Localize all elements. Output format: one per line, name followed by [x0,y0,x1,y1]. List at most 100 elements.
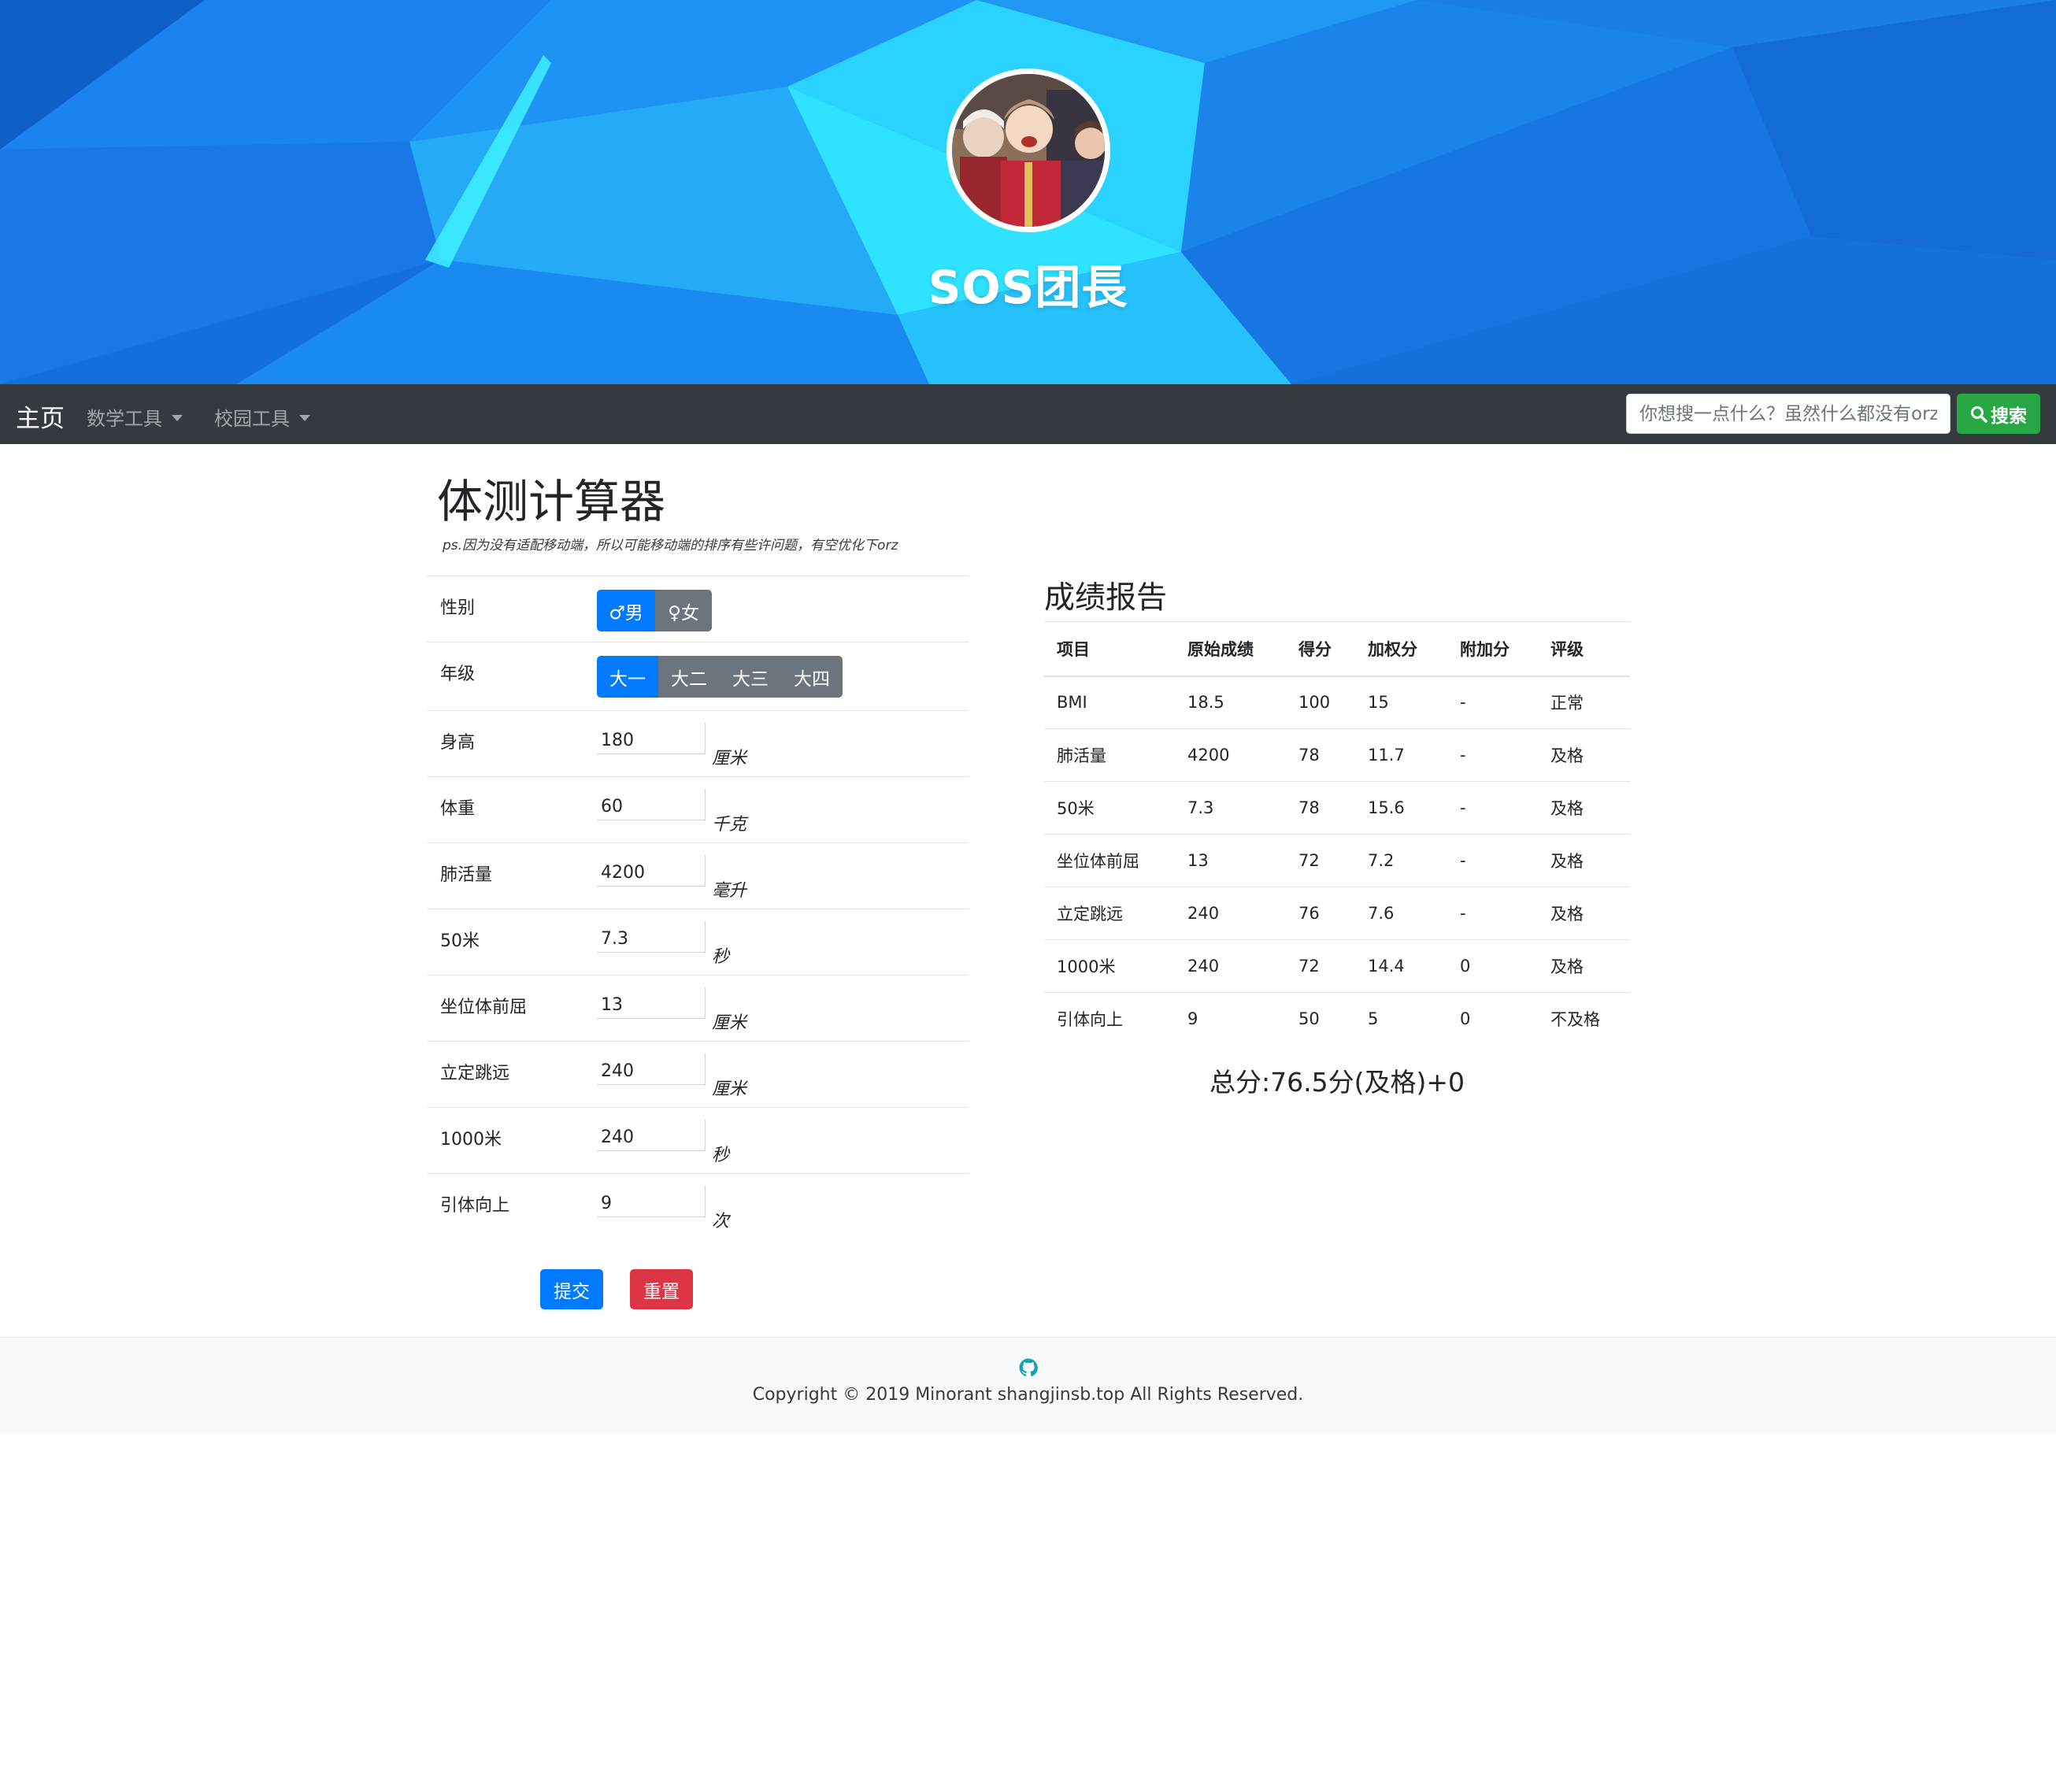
column-header: 加权分 [1355,621,1447,677]
unit-label: 千克 [712,815,747,835]
field-label: 身高 [440,733,476,753]
page-title: 体测计算器 [437,475,666,528]
table-cell: 5 [1355,992,1447,1046]
sit-and-reach-input[interactable] [597,987,706,1019]
table-cell: 立定跳远 [1044,887,1175,940]
table-cell: 13 [1175,834,1286,887]
score-report-table: 项目 原始成绩 得分 加权分 附加分 评级 BMI 18.5 100 15 - … [1044,621,1630,1046]
unit-label: 毫升 [712,881,747,901]
run-1000m-input[interactable] [597,1120,706,1151]
grade-3-button[interactable]: 大三 [720,656,781,698]
table-cell: - [1447,834,1538,887]
table-cell: 及格 [1538,887,1630,940]
unit-label: 厘米 [712,1079,747,1099]
unit-label: 厘米 [712,1013,747,1033]
table-cell: 15 [1355,676,1447,729]
nav-dropdown-campus-tools[interactable]: 校园工具 [214,403,310,431]
report-title: 成绩报告 [1044,580,1168,616]
grade-1-button[interactable]: 大一 [597,656,658,698]
table-cell: 72 [1286,939,1355,993]
caret-down-icon [172,415,183,421]
field-label: 年级 [440,665,476,684]
column-header: 附加分 [1447,621,1538,677]
nav-dropdown-math-tools[interactable]: 数学工具 [87,403,183,431]
unit-label: 次 [712,1212,730,1231]
site-title: SOS团長 [928,261,1128,314]
form-row-1000m: 1000米 秒 [427,1107,969,1173]
table-cell: 坐位体前屈 [1044,834,1175,887]
nav-home-link[interactable]: 主页 [16,398,65,434]
gender-male-button[interactable]: ♂男 [597,590,655,631]
nav-dropdown-label: 校园工具 [214,408,290,430]
form-row-pull-ups: 引体向上 次 [427,1173,969,1239]
table-cell: 240 [1175,887,1286,940]
form-row-long-jump: 立定跳远 厘米 [427,1041,969,1107]
github-icon[interactable] [1019,1358,1038,1377]
long-jump-input[interactable] [597,1053,706,1085]
form-row-weight: 体重 千克 [427,776,969,842]
table-row: 肺活量 4200 78 11.7 - 及格 [1044,728,1630,782]
table-row: BMI 18.5 100 15 - 正常 [1044,676,1630,729]
unit-label: 秒 [712,947,730,967]
table-cell: 240 [1175,939,1286,993]
form-row-grade: 年级 大一 大二 大三 大四 [427,642,969,710]
gender-female-button[interactable]: ♀女 [655,590,712,631]
table-cell: 72 [1286,834,1355,887]
form-row-lung-capacity: 肺活量 毫升 [427,842,969,909]
table-cell: - [1447,676,1538,729]
table-cell: 及格 [1538,939,1630,993]
weight-input[interactable] [597,789,706,820]
table-cell: - [1447,728,1538,782]
field-label: 坐位体前屈 [440,998,528,1017]
table-cell: 肺活量 [1044,728,1175,782]
field-label: 肺活量 [440,865,493,885]
grade-2-button[interactable]: 大二 [658,656,720,698]
search-button-label: 搜索 [1991,405,2027,427]
page-footer: Copyright © 2019 Minorant shangjinsb.top… [0,1337,2056,1433]
reset-button[interactable]: 重置 [630,1269,693,1309]
table-cell: 7.2 [1355,834,1447,887]
height-input[interactable] [597,723,706,754]
table-cell: 1000米 [1044,939,1175,993]
table-cell: 及格 [1538,728,1630,782]
form-row-50m: 50米 秒 [427,909,969,975]
gender-toggle-group: ♂男 ♀女 [597,590,712,631]
table-cell: 0 [1447,939,1538,993]
table-row: 引体向上 9 50 5 0 不及格 [1044,992,1630,1046]
search-input[interactable] [1626,394,1950,434]
table-row: 1000米 240 72 14.4 0 及格 [1044,939,1630,993]
table-cell: 50米 [1044,781,1175,835]
hero-banner: SOS团長 [0,0,2056,384]
field-label: 性别 [440,598,476,618]
field-label: 引体向上 [440,1196,510,1216]
grade-4-button[interactable]: 大四 [781,656,843,698]
table-cell: 76 [1286,887,1355,940]
unit-label: 厘米 [712,749,747,768]
table-cell: 7.3 [1175,781,1286,835]
table-cell: 7.6 [1355,887,1447,940]
table-cell: 18.5 [1175,676,1286,729]
form-row-sit-and-reach: 坐位体前屈 厘米 [427,975,969,1041]
field-label: 立定跳远 [440,1064,510,1083]
nav-dropdown-label: 数学工具 [87,408,162,430]
table-cell: 100 [1286,676,1355,729]
table-row: 坐位体前屈 13 72 7.2 - 及格 [1044,834,1630,887]
form-row-height: 身高 厘米 [427,710,969,776]
table-cell: 78 [1286,781,1355,835]
field-label: 体重 [440,799,476,819]
table-cell: 正常 [1538,676,1630,729]
table-cell: 不及格 [1538,992,1630,1046]
table-cell: 0 [1447,992,1538,1046]
table-cell: 15.6 [1355,781,1447,835]
search-button[interactable]: 搜索 [1957,394,2040,434]
pull-ups-input[interactable] [597,1186,706,1217]
table-cell: 4200 [1175,728,1286,782]
table-cell: BMI [1044,676,1175,729]
fitness-form: 性别 ♂男 ♀女 年级 大一 大二 大三 大四 身高 厘米 体重 千克 肺活量 … [427,576,969,1239]
lung-capacity-input[interactable] [597,855,706,887]
grade-toggle-group: 大一 大二 大三 大四 [597,656,843,698]
sprint-50m-input[interactable] [597,921,706,953]
submit-button[interactable]: 提交 [540,1269,603,1309]
table-row: 50米 7.3 78 15.6 - 及格 [1044,781,1630,835]
table-cell: 14.4 [1355,939,1447,993]
